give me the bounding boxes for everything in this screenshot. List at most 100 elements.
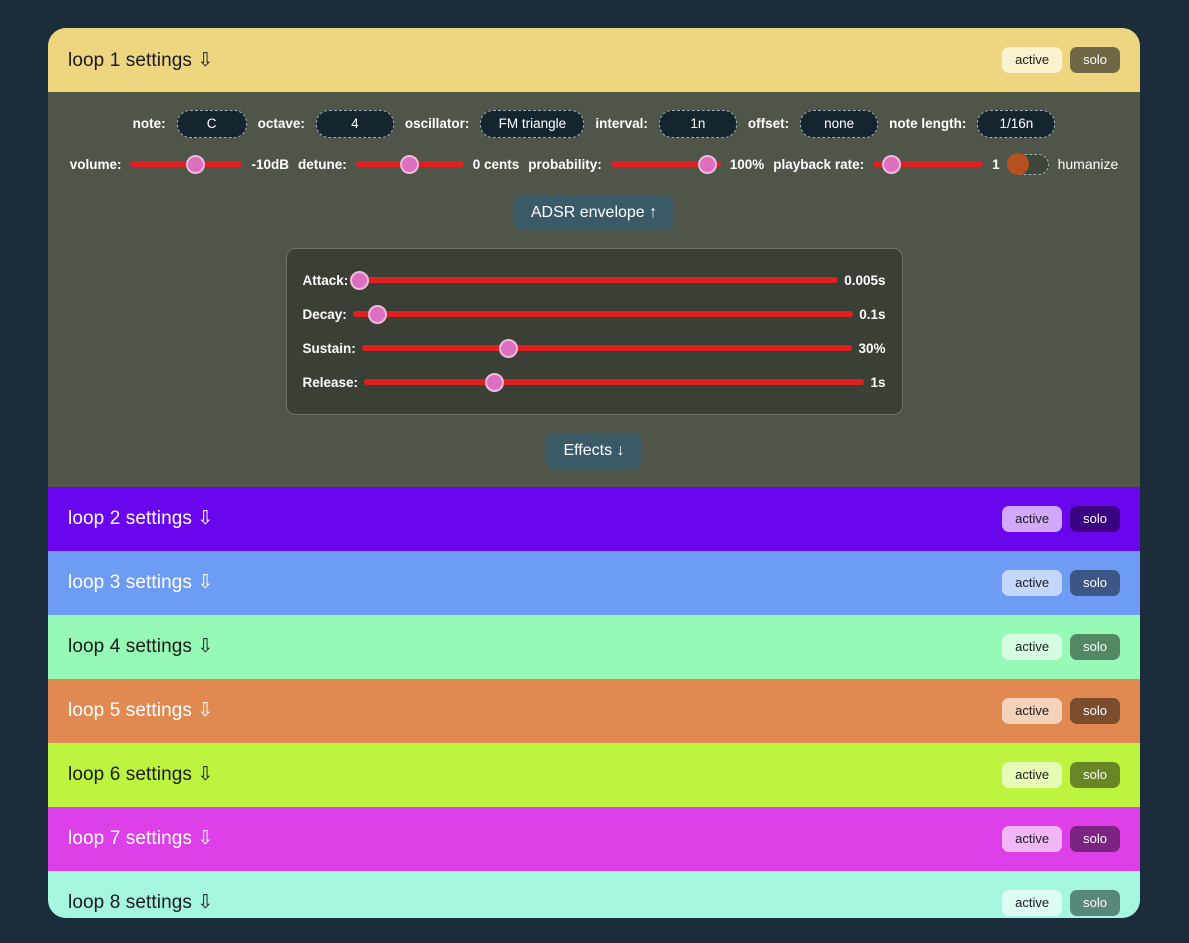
- loop-title-3: loop 3 settings ⇩: [68, 572, 214, 594]
- slider-value-1: 0 cents: [472, 156, 520, 172]
- slider-track: [354, 277, 839, 284]
- slider-volume[interactable]: [130, 154, 243, 174]
- slider-value-0: -10dB: [251, 156, 289, 172]
- slider-thumb[interactable]: [499, 338, 519, 358]
- solo-button-6[interactable]: solo: [1070, 761, 1120, 788]
- loop-header-buttons-2: active solo: [1002, 505, 1120, 532]
- slider-label-3: playback rate:: [773, 156, 865, 172]
- adsr-row-release: Release: 1s: [303, 365, 886, 399]
- select-notelength[interactable]: 1/16n: [977, 110, 1056, 138]
- loop-header-4[interactable]: loop 4 settings ⇩ active solo: [48, 614, 1140, 679]
- loop-header-1[interactable]: loop 1 settings ⇩ active solo: [48, 28, 1140, 92]
- adsr-value-3: 1s: [870, 374, 886, 390]
- slider-thumb[interactable]: [368, 304, 388, 324]
- slider-thumb[interactable]: [484, 372, 504, 392]
- active-button-3[interactable]: active: [1002, 569, 1063, 596]
- solo-button-8[interactable]: solo: [1070, 889, 1120, 916]
- adsr-value-0: 0.005s: [844, 272, 886, 288]
- loop-title-4: loop 4 settings ⇩: [68, 636, 214, 658]
- effects-toggle-button[interactable]: Effects ↓: [546, 433, 642, 469]
- loop-header-6[interactable]: loop 6 settings ⇩ active solo: [48, 742, 1140, 807]
- solo-button-7[interactable]: solo: [1070, 825, 1120, 852]
- adsr-slider-attack[interactable]: [349, 270, 839, 290]
- adsr-label-2: Sustain:: [302, 340, 356, 356]
- adsr-slider-sustain[interactable]: [361, 338, 853, 358]
- loop-header-3[interactable]: loop 3 settings ⇩ active solo: [48, 550, 1140, 615]
- solo-button-2[interactable]: solo: [1070, 505, 1120, 532]
- loop-header-5[interactable]: loop 5 settings ⇩ active solo: [48, 678, 1140, 743]
- select-label-2: oscillator:: [404, 116, 470, 132]
- active-button-7[interactable]: active: [1002, 825, 1063, 852]
- adsr-envelope-panel: Attack: 0.005s Decay: 0.1s Sustain: 30% Releas…: [285, 248, 903, 416]
- adsr-label-1: Decay:: [302, 306, 347, 322]
- effects-toggle-wrap: Effects ↓: [48, 433, 1140, 469]
- loop-header-buttons-8: active solo: [1002, 889, 1120, 916]
- adsr-row-attack: Attack: 0.005s: [303, 263, 886, 297]
- loop-title-2: loop 2 settings ⇩: [68, 508, 214, 530]
- slider-thumb[interactable]: [698, 154, 718, 174]
- humanize-label: humanize: [1057, 156, 1119, 173]
- active-button-1[interactable]: active: [1002, 47, 1063, 73]
- loop-sequencer-panel: loop 1 settings ⇩ active solo note: Cocta…: [48, 28, 1140, 918]
- loop-header-buttons-1: active solo: [1002, 47, 1120, 73]
- slider-detune[interactable]: [355, 154, 464, 174]
- adsr-envelope-toggle-button[interactable]: ADSR envelope ↑: [513, 194, 675, 231]
- solo-button-5[interactable]: solo: [1070, 697, 1120, 724]
- select-note[interactable]: C: [176, 110, 247, 138]
- select-offset[interactable]: none: [800, 110, 879, 138]
- loop-title-5: loop 5 settings ⇩: [68, 700, 214, 722]
- loop-header-buttons-3: active solo: [1002, 569, 1120, 596]
- slider-thumb[interactable]: [185, 154, 205, 174]
- select-octave[interactable]: 4: [315, 110, 394, 138]
- slider-label-1: detune:: [297, 156, 347, 172]
- adsr-row-decay: Decay: 0.1s: [303, 297, 886, 331]
- loop-body-1: note: Coctave: 4 oscillator: FM triangle inte…: [48, 92, 1140, 487]
- loop-header-buttons-5: active solo: [1002, 697, 1120, 724]
- slider-thumb[interactable]: [882, 154, 902, 174]
- select-label-4: offset:: [747, 116, 790, 132]
- loop-header-buttons-7: active solo: [1002, 825, 1120, 852]
- adsr-slider-decay[interactable]: [352, 304, 854, 324]
- loop-section-1: loop 1 settings ⇩ active solo note: Cocta…: [48, 28, 1140, 487]
- slider-controls-row: volume: -10dB detune: 0 cents probability: 10…: [48, 153, 1140, 176]
- adsr-value-2: 30%: [858, 340, 886, 356]
- solo-button-3[interactable]: solo: [1070, 569, 1120, 596]
- active-button-8[interactable]: active: [1002, 889, 1063, 916]
- adsr-slider-release[interactable]: [364, 372, 865, 392]
- loop-title-1: loop 1 settings ⇩: [68, 49, 214, 71]
- slider-value-2: 100%: [729, 156, 765, 172]
- slider-label-2: probability:: [528, 156, 602, 172]
- slider-label-0: volume:: [69, 156, 122, 172]
- slider-playbackrate[interactable]: [873, 154, 984, 174]
- select-label-5: note length:: [889, 116, 967, 132]
- solo-button-4[interactable]: solo: [1070, 633, 1120, 660]
- slider-thumb[interactable]: [400, 154, 420, 174]
- loop-header-2[interactable]: loop 2 settings ⇩ active solo: [48, 486, 1140, 551]
- slider-thumb[interactable]: [349, 270, 369, 290]
- active-button-2[interactable]: active: [1002, 505, 1063, 532]
- slider-probability[interactable]: [610, 154, 721, 174]
- active-button-6[interactable]: active: [1002, 761, 1063, 788]
- loop-title-6: loop 6 settings ⇩: [68, 764, 214, 786]
- select-controls-row: note: Coctave: 4 oscillator: FM triangle inte…: [48, 110, 1140, 138]
- select-label-3: interval:: [595, 116, 648, 132]
- select-label-0: note:: [132, 116, 166, 132]
- slider-track: [361, 345, 853, 352]
- select-interval[interactable]: 1n: [658, 110, 737, 138]
- select-label-1: octave:: [257, 116, 305, 132]
- select-oscillator[interactable]: FM triangle: [480, 110, 585, 138]
- solo-button-1[interactable]: solo: [1070, 47, 1120, 73]
- loop-header-buttons-6: active solo: [1002, 761, 1120, 788]
- slider-track: [352, 311, 854, 318]
- humanize-toggle[interactable]: [1006, 153, 1049, 176]
- slider-track: [364, 379, 865, 386]
- adsr-value-1: 0.1s: [859, 306, 886, 322]
- adsr-label-3: Release:: [302, 374, 359, 390]
- slider-value-3: 1: [992, 156, 1000, 172]
- toggle-knob: [1006, 153, 1029, 176]
- loop-header-buttons-4: active solo: [1002, 633, 1120, 660]
- active-button-4[interactable]: active: [1002, 633, 1063, 660]
- active-button-5[interactable]: active: [1002, 697, 1063, 724]
- loop-header-7[interactable]: loop 7 settings ⇩ active solo: [48, 806, 1140, 871]
- loop-header-8[interactable]: loop 8 settings ⇩ active solo: [48, 870, 1140, 918]
